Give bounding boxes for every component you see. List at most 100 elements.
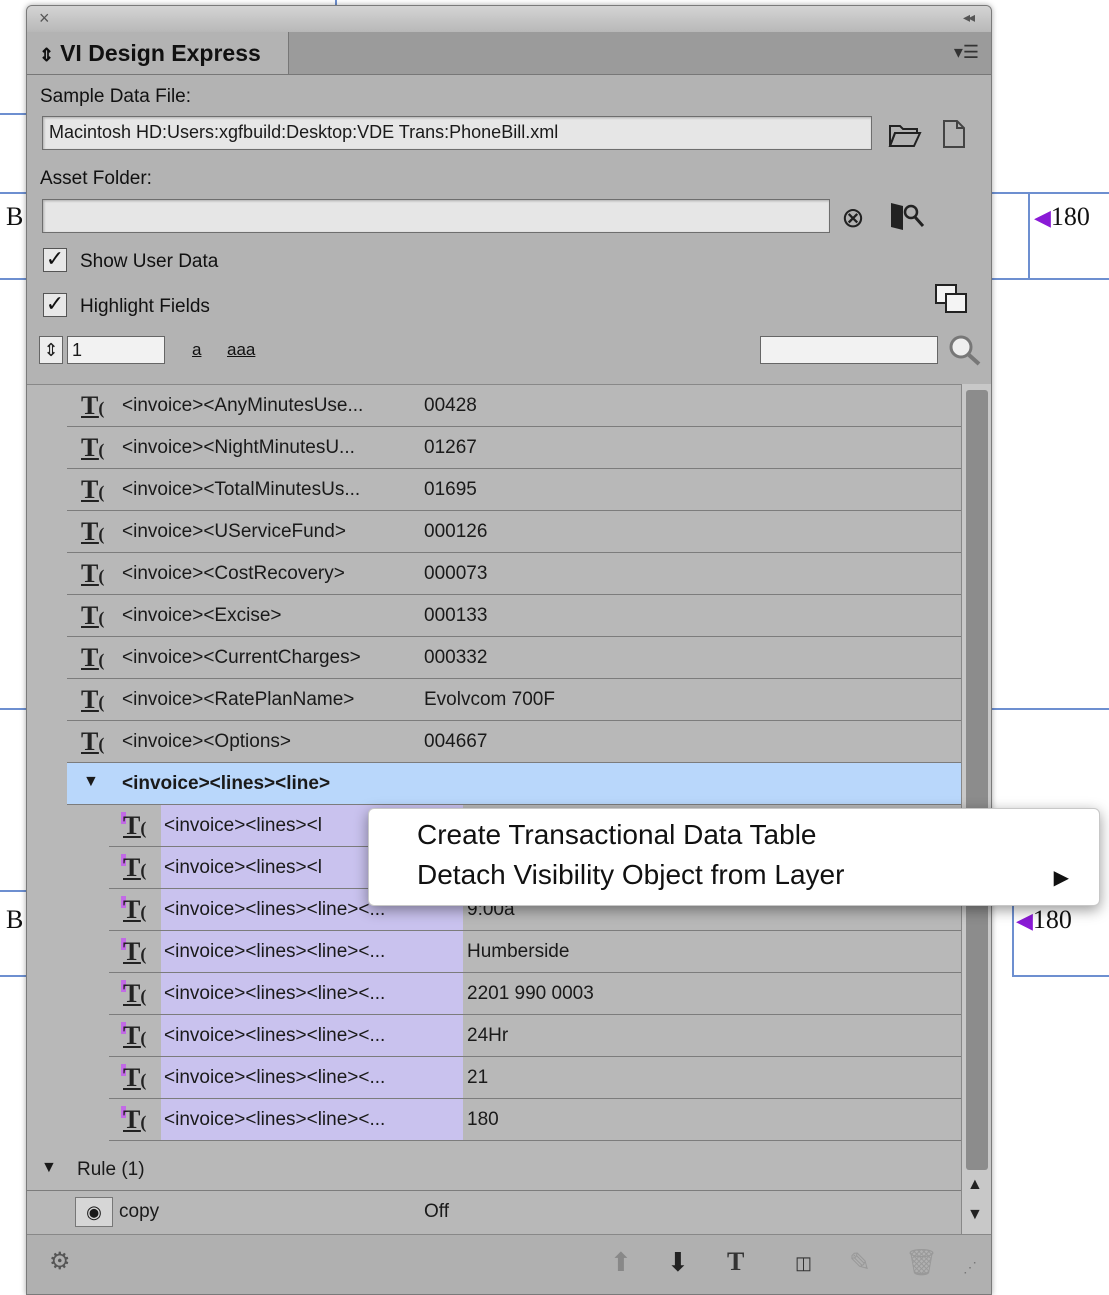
doc-guide-line [990,192,1109,194]
table-row[interactable]: T( <invoice><lines><line><... 24Hr [109,1015,961,1057]
text-field-icon: T( [123,1063,147,1092]
field-tag: <invoice><RatePlanName> [122,689,355,710]
edit-pen-icon[interactable]: ✎ [849,1247,871,1278]
list-item[interactable]: T( <invoice><AnyMinutesUse... 00428 [67,385,961,427]
highlight-fields-label: Highlight Fields [80,296,210,317]
table-row[interactable]: T( <invoice><lines><line><... 180 [109,1099,961,1141]
doc-guide-line [990,708,1109,710]
text-field-icon: T( [81,601,105,630]
insert-field-icon[interactable]: T [727,1247,744,1277]
list-item[interactable]: T( <invoice><UServiceFund> 000126 [67,511,961,553]
tab-row: ⇕ VI Design Express ▾☰ [27,32,991,75]
insert-small-field-icon[interactable]: ◫ [795,1253,812,1274]
field-value: 00428 [424,395,477,416]
doc-letter: B [6,202,24,231]
field-tag: <invoice><CostRecovery> [122,563,345,584]
menu-item-create-transactional-table[interactable]: Create Transactional Data Table [417,819,817,851]
field-tag: <invoice><Excise> [122,605,282,626]
field-value: 000126 [424,521,488,542]
rule-row[interactable]: ◉ copy Off [67,1191,961,1233]
text-field-icon: T( [123,853,147,882]
text-field-icon: T( [81,727,105,756]
context-menu: Create Transactional Data Table Detach V… [368,808,1100,906]
field-tag: <invoice><NightMinutesU... [122,437,355,458]
menu-item-detach-visibility-object[interactable]: Detach Visibility Object from Layer [417,859,844,891]
expand-triangle-icon[interactable]: ▼ [83,773,99,791]
doc-cell-border [1028,192,1030,278]
table-row[interactable]: T( <invoice><lines><line><... Humberside [109,931,961,973]
text-field-icon: T( [81,643,105,672]
move-up-icon[interactable]: ⬆ [610,1247,632,1278]
field-tag: <invoice><UServiceFund> [122,521,346,542]
text-field-icon: T( [81,517,105,546]
field-tag: <invoice><AnyMinutesUse... [122,395,364,416]
doc-guide-line [0,278,26,280]
collapse-icon[interactable]: ◂◂ [963,9,975,26]
doc-guide-line [0,975,26,977]
list-item[interactable]: T( <invoice><Excise> 000133 [67,595,961,637]
rule-group-label: Rule (1) [77,1159,145,1180]
scroll-up-icon[interactable]: ▲ [967,1176,983,1194]
highlight-fields-checkbox[interactable]: ✓ [43,293,67,317]
field-tag: <invoice><lines><line><... [164,941,386,962]
gear-icon[interactable]: ⚙ [49,1247,71,1276]
eye-icon: ◉ [75,1197,113,1227]
field-value: 01695 [424,479,477,500]
new-file-icon[interactable] [939,116,969,152]
field-value: 180 [467,1109,499,1130]
open-folder-icon[interactable] [887,118,923,150]
field-tag: <invoice><lines><line><... [164,1025,386,1046]
resize-grip-icon[interactable]: ⋰ [963,1259,977,1276]
asset-folder-field[interactable] [42,199,830,233]
field-value: 004667 [424,731,488,752]
close-icon[interactable]: × [39,8,50,29]
layers-icon[interactable] [933,282,969,316]
browse-folder-icon[interactable] [885,198,929,234]
search-icon[interactable] [945,332,985,368]
move-down-icon[interactable]: ⬇ [667,1247,689,1278]
list-item[interactable]: T( <invoice><RatePlanName> Evolvcom 700F [67,679,961,721]
text-field-icon: T( [123,937,147,966]
list-item[interactable]: T( <invoice><CostRecovery> 000073 [67,553,961,595]
clear-icon[interactable]: ⊗ [835,202,871,233]
case-multi-button[interactable]: aaa [227,340,255,360]
tab-vi-design-express[interactable]: ⇕ VI Design Express [27,32,289,74]
field-tag: <invoice><lines><line><... [164,1067,386,1088]
list-item[interactable]: T( <invoice><CurrentCharges> 000332 [67,637,961,679]
field-value: 24Hr [467,1025,509,1046]
record-number-input[interactable]: 1 [67,336,165,364]
doc-value: ◀180 [1016,905,1072,935]
record-stepper-icon[interactable]: ⇕ [39,336,63,364]
show-user-data-checkbox[interactable]: ✓ [43,248,67,272]
text-field-icon: T( [81,559,105,588]
scroll-thumb[interactable] [966,390,988,1170]
field-value: 000332 [424,647,488,668]
group-row-selected[interactable]: ▼ <invoice><lines><line> [67,763,961,805]
field-marker-icon: ◀ [1016,908,1033,933]
sample-data-path-field[interactable]: Macintosh HD:Users:xgfbuild:Desktop:VDE … [42,116,872,150]
list-item[interactable]: T( <invoice><TotalMinutesUs... 01695 [67,469,961,511]
case-single-button[interactable]: a [192,340,201,360]
show-user-data-label: Show User Data [80,251,219,272]
panel-menu-icon[interactable]: ▾☰ [954,42,979,63]
field-value: 01267 [424,437,477,458]
trash-icon[interactable]: 🗑 [905,1247,938,1278]
field-tag: <invoice><CurrentCharges> [122,647,361,668]
list-item[interactable]: T( <invoice><Options> 004667 [67,721,961,763]
list-item[interactable]: T( <invoice><NightMinutesU... 01267 [67,427,961,469]
table-row[interactable]: T( <invoice><lines><line><... 2201 990 0… [109,973,961,1015]
panel-footer: ⚙ ⬆ ⬇ T ◫ ✎ 🗑 ⋰ [27,1234,991,1294]
rule-group-row[interactable]: ▼ Rule (1) [27,1149,961,1191]
table-row[interactable]: T( <invoice><lines><line><... 21 [109,1057,961,1099]
field-value: 000133 [424,605,488,626]
text-field-icon: T( [81,391,105,420]
doc-value: ◀180 [1034,202,1090,232]
expand-triangle-icon[interactable]: ▼ [41,1159,57,1177]
doc-guide-line [0,113,26,115]
scroll-down-icon[interactable]: ▼ [967,1206,983,1224]
field-tag: <invoice><lines><line><... [164,899,386,920]
field-tag: <invoice><TotalMinutesUs... [122,479,361,500]
doc-guide-line [1012,975,1109,977]
panel-titlebar[interactable]: × ◂◂ [27,6,991,33]
search-input[interactable] [760,336,938,364]
